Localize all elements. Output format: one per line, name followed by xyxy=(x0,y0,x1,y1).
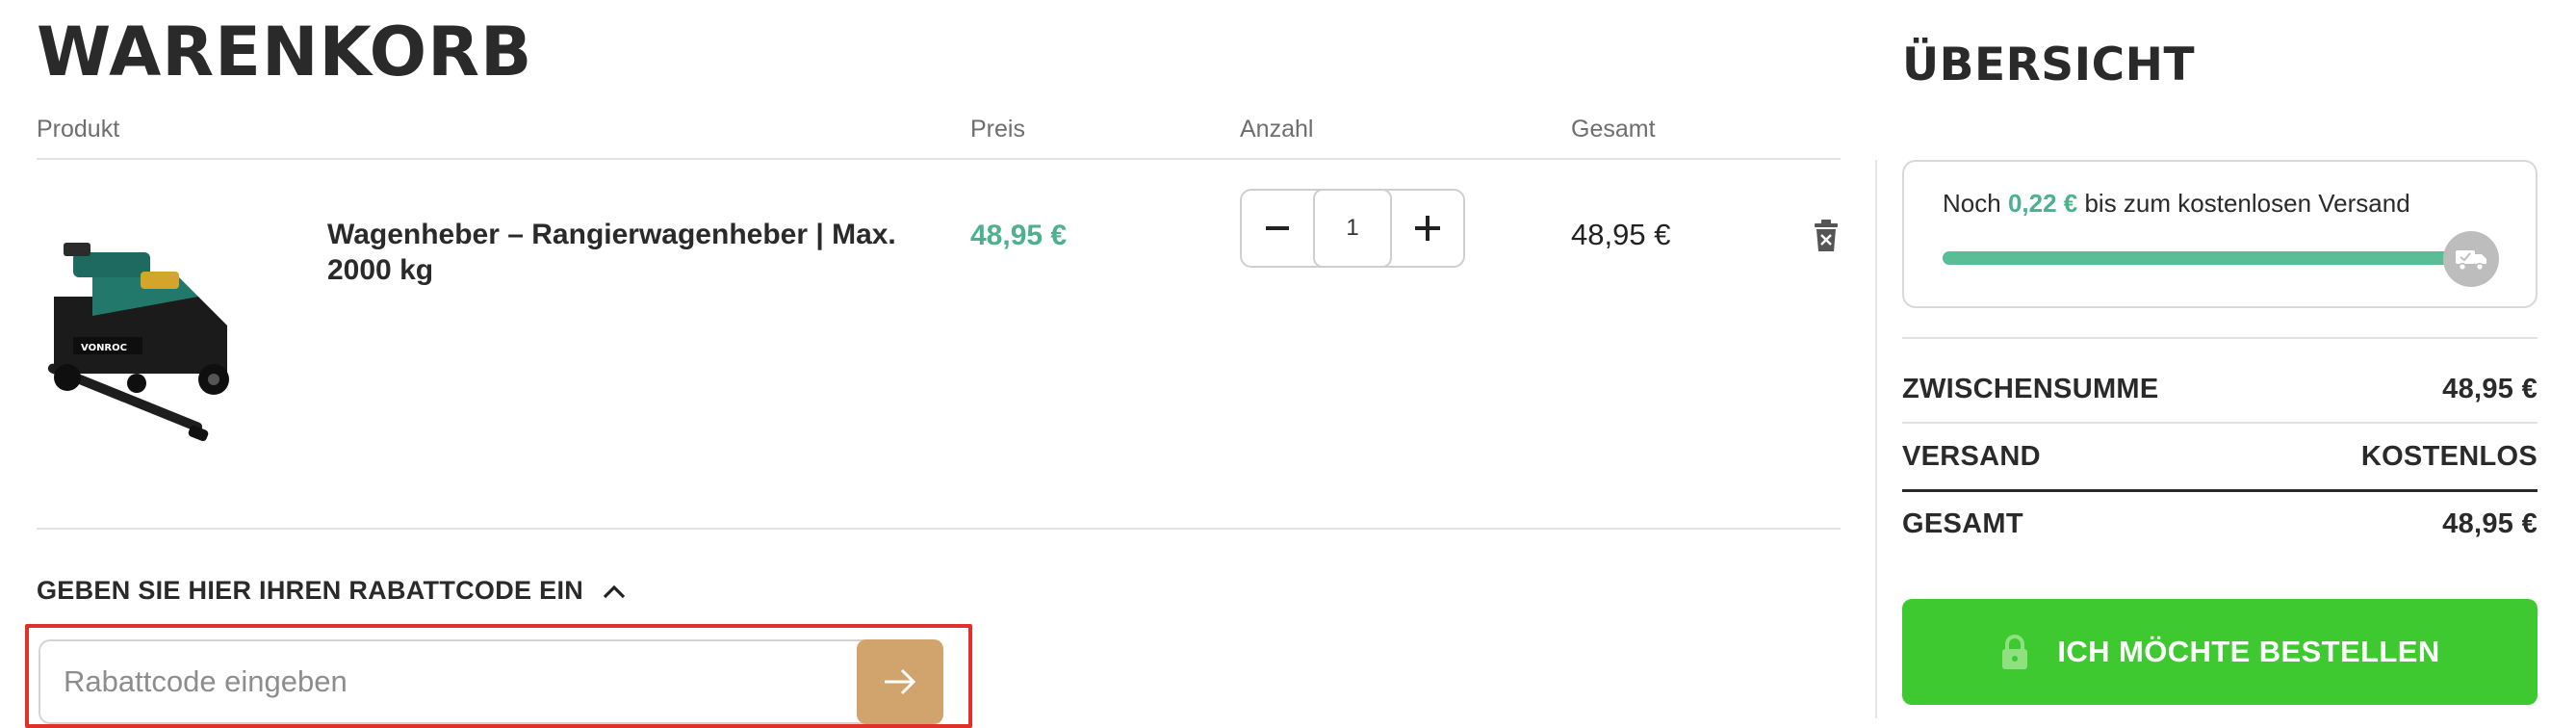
summary-title: ÜBERSICHT xyxy=(1902,39,2196,91)
subtotal-label: ZWISCHENSUMME xyxy=(1902,374,2159,404)
truck-icon xyxy=(2443,231,2499,287)
coupon-toggle-label: GEBEN SIE HIER IHREN RABATTCODE EIN xyxy=(37,576,584,605)
summary-divider xyxy=(1875,160,1877,718)
total-value: 48,95 € xyxy=(2442,508,2537,539)
shipping-value: KOSTENLOS xyxy=(2360,441,2537,472)
chevron-up-icon xyxy=(603,585,626,598)
product-unit-price: 48,95 € xyxy=(970,220,1068,251)
column-header-total: Gesamt xyxy=(1571,116,1656,143)
arrow-right-icon xyxy=(885,668,916,695)
column-header-quantity: Anzahl xyxy=(1240,116,1314,143)
order-button-label: ICH MÖCHTE BESTELLEN xyxy=(2057,635,2440,668)
subtotal-row: ZWISCHENSUMME 48,95 € xyxy=(1902,374,2537,405)
trash-icon[interactable] xyxy=(1812,220,1841,252)
coupon-toggle[interactable]: GEBEN SIE HIER IHREN RABATTCODE EIN xyxy=(37,576,626,606)
lock-icon xyxy=(2002,635,2028,669)
coupon-code-input[interactable] xyxy=(39,639,886,724)
header-divider xyxy=(37,158,1841,160)
total-divider xyxy=(1902,489,2537,492)
quantity-input[interactable]: 1 xyxy=(1313,189,1392,268)
subtotal-value: 48,95 € xyxy=(2442,374,2537,404)
free-shipping-box xyxy=(1902,160,2537,308)
product-name[interactable]: Wagenheber – Rangierwagenheber | Max. 20… xyxy=(327,218,924,288)
minus-icon xyxy=(1266,226,1289,230)
free-shipping-suffix: bis zum kostenlosen Versand xyxy=(2084,189,2410,218)
total-row: GESAMT 48,95 € xyxy=(1902,508,2537,540)
page-title: WARENKORB xyxy=(37,13,533,91)
decrease-quantity-button[interactable] xyxy=(1242,191,1313,266)
free-shipping-progress-bar xyxy=(1943,251,2470,265)
free-shipping-message: Noch 0,22 € bis zum kostenlosen Versand xyxy=(1943,189,2410,219)
free-shipping-prefix: Noch xyxy=(1943,189,2001,218)
floor-jack-image[interactable]: VONROC xyxy=(35,239,256,456)
summary-divider-1 xyxy=(1902,337,2537,339)
increase-quantity-button[interactable] xyxy=(1392,191,1463,266)
order-button[interactable]: ICH MÖCHTE BESTELLEN xyxy=(1902,599,2537,705)
shipping-row: VERSAND KOSTENLOS xyxy=(1902,441,2537,473)
line-total: 48,95 € xyxy=(1571,218,1671,251)
product-brand-text: VONROC xyxy=(81,343,127,353)
free-shipping-progress-fill xyxy=(1943,251,2465,265)
column-header-product: Produkt xyxy=(37,116,120,143)
column-header-price: Preis xyxy=(970,116,1025,143)
shipping-label: VERSAND xyxy=(1902,441,2041,472)
coupon-submit-button[interactable] xyxy=(857,639,943,724)
free-shipping-amount: 0,22 € xyxy=(2007,189,2078,218)
summary-divider-2 xyxy=(1902,422,2537,424)
cart-divider xyxy=(37,528,1841,530)
quantity-stepper: 1 xyxy=(1240,189,1465,268)
plus-icon xyxy=(1415,216,1440,241)
total-label: GESAMT xyxy=(1902,508,2023,539)
